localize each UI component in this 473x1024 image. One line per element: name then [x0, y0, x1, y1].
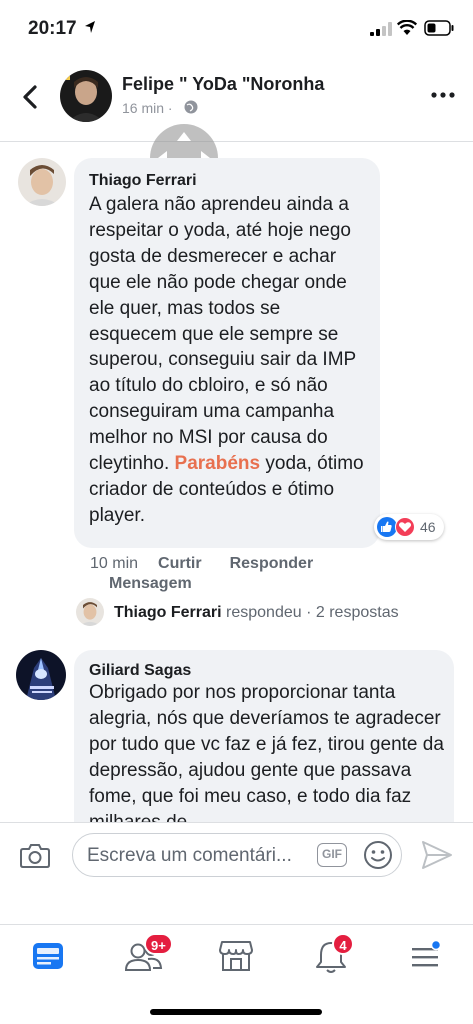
signal-icon	[370, 22, 392, 36]
nav-menu[interactable]	[408, 939, 448, 975]
comment-author[interactable]: Giliard Sagas	[89, 662, 191, 680]
marketplace-icon	[219, 941, 253, 971]
news-feed-icon	[33, 943, 63, 969]
status-time: 20:17	[28, 18, 77, 39]
emoji-icon[interactable]	[363, 840, 393, 870]
wifi-icon	[397, 20, 417, 35]
comment-actions: 10 min Curtir Responder Mensagem	[90, 554, 380, 594]
love-reaction-icon	[395, 517, 415, 537]
comment-input-placeholder: Escreva um comentári...	[87, 845, 292, 866]
send-icon[interactable]	[420, 839, 454, 871]
back-chevron-icon[interactable]	[18, 84, 44, 110]
message-button[interactable]: Mensagem	[109, 575, 192, 592]
home-indicator[interactable]	[150, 1009, 322, 1015]
nav-news-feed[interactable]	[30, 939, 70, 975]
post-header: Felipe " YoDa "Noronha 16 min ·	[0, 56, 473, 192]
more-options-icon[interactable]	[430, 90, 456, 100]
reply-avatar	[76, 598, 104, 626]
commenter-avatar[interactable]	[16, 650, 66, 700]
comment-bubble: Thiago Ferrari A galera não aprendeu ain…	[74, 158, 380, 548]
reply-button[interactable]: Responder	[230, 555, 314, 572]
battery-icon	[424, 20, 454, 36]
commenter-avatar[interactable]	[18, 158, 66, 206]
globe-icon	[184, 100, 198, 114]
menu-icon	[412, 939, 442, 967]
author-avatar[interactable]	[60, 70, 112, 122]
reply-summary-text[interactable]: Thiago Ferrari respondeu · 2 respostas	[114, 604, 399, 622]
notifications-badge: 4	[332, 933, 354, 955]
gif-button[interactable]: GIF	[317, 843, 347, 867]
reaction-count: 46	[420, 519, 436, 535]
comment-time: 10 min	[90, 555, 139, 572]
post-time: 16 min ·	[122, 100, 173, 116]
reactions-summary[interactable]: 46	[374, 514, 444, 540]
like-reaction-icon	[377, 517, 397, 537]
hashtag-mention[interactable]: Parabéns	[175, 453, 261, 474]
author-name[interactable]: Felipe " YoDa "Noronha	[122, 74, 324, 95]
location-arrow-icon	[85, 21, 95, 33]
comment-author[interactable]: Thiago Ferrari	[89, 172, 197, 190]
comment-text: A galera não aprendeu ainda a respeitar …	[89, 194, 364, 526]
friends-badge: 9+	[144, 933, 173, 955]
nav-marketplace[interactable]	[218, 939, 258, 975]
camera-icon[interactable]	[20, 843, 50, 869]
comment-composer: Escreva um comentári... GIF	[0, 822, 473, 886]
like-button[interactable]: Curtir	[158, 555, 202, 572]
comment-input[interactable]: Escreva um comentári... GIF	[72, 833, 402, 877]
status-bar: 20:17	[0, 0, 473, 56]
comment-text: Obrigado por nos proporcionar tanta aleg…	[89, 682, 444, 833]
